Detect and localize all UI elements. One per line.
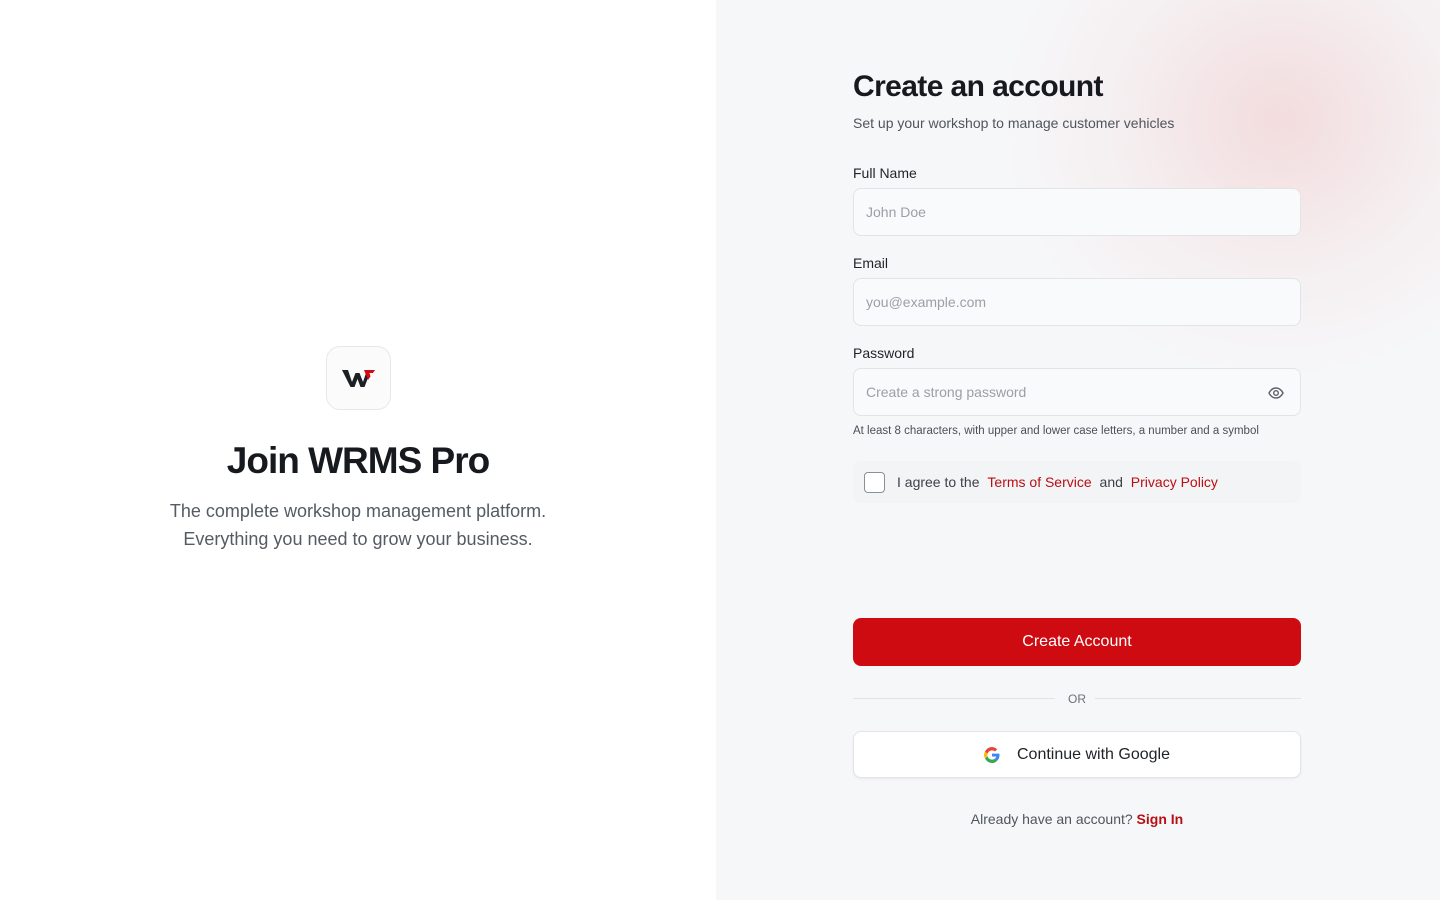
- brand-subtitle-line-2: Everything you need to grow your busines…: [183, 529, 533, 549]
- continue-with-google-button[interactable]: Continue with Google: [853, 731, 1301, 778]
- brand-panel: Join WRMS Pro The complete workshop mana…: [0, 0, 716, 900]
- wrms-logo-icon: [341, 370, 375, 387]
- google-icon: [984, 746, 1000, 763]
- terms-prefix: I agree to the: [897, 474, 980, 490]
- brand-subtitle-line-1: The complete workshop management platfor…: [169, 501, 547, 521]
- divider-text: OR: [1068, 692, 1086, 706]
- google-button-label: Continue with Google: [1017, 745, 1170, 763]
- password-field-wrapper: [853, 368, 1301, 416]
- password-input[interactable]: [854, 369, 1300, 415]
- brand-title: Join WRMS Pro: [226, 440, 490, 481]
- terms-of-service-link[interactable]: Terms of Service: [987, 474, 1091, 490]
- password-hint: At least 8 characters, with upper and lo…: [853, 425, 1259, 437]
- signin-prompt-row: Already have an account? Sign In: [853, 811, 1301, 827]
- brand-logo: [326, 346, 391, 410]
- full-name-field-wrapper: [853, 188, 1301, 236]
- full-name-label: Full Name: [853, 165, 917, 181]
- email-input[interactable]: [854, 279, 1300, 325]
- terms-checkbox[interactable]: [864, 472, 885, 493]
- full-name-input[interactable]: [854, 189, 1300, 235]
- email-field-wrapper: [853, 278, 1301, 326]
- create-account-button[interactable]: Create Account: [853, 618, 1301, 666]
- signin-link[interactable]: Sign In: [1137, 811, 1184, 827]
- eye-icon[interactable]: [1268, 385, 1284, 401]
- or-divider: OR: [853, 689, 1301, 709]
- password-label: Password: [853, 345, 915, 361]
- signin-prompt: Already have an account?: [970, 811, 1133, 827]
- terms-agreement: I agree to the Terms of Service and Priv…: [853, 461, 1301, 503]
- form-title: Create an account: [853, 70, 1103, 103]
- privacy-policy-link[interactable]: Privacy Policy: [1131, 474, 1218, 490]
- terms-agreement-text: I agree to the Terms of Service and Priv…: [897, 474, 1218, 490]
- terms-joiner: and: [1099, 474, 1123, 490]
- email-label: Email: [853, 255, 889, 271]
- form-subtitle: Set up your workshop to manage customer …: [853, 115, 1175, 131]
